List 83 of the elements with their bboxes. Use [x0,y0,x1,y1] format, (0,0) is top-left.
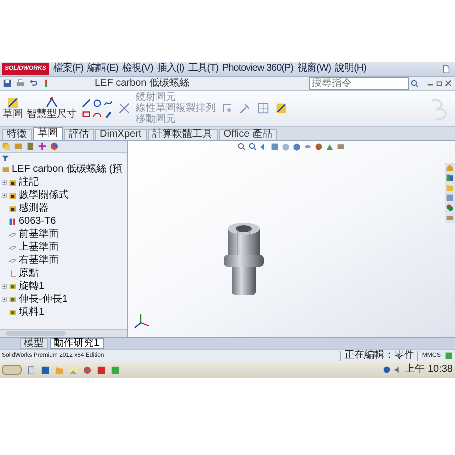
snap-icon[interactable] [257,102,270,115]
library-icon[interactable] [446,174,454,182]
tree-item[interactable]: 感測器 [19,204,49,214]
part-icon [2,166,10,174]
view-palette-icon[interactable] [446,194,454,202]
menu-item[interactable]: 插入(I) [155,64,186,74]
tab[interactable]: 草圖 [33,127,63,140]
tree-item[interactable]: 填料1 [19,308,45,318]
tab[interactable]: DimXpert [95,129,147,140]
tree-item[interactable]: 右基準面 [19,256,59,266]
expand-icon[interactable] [2,284,7,289]
circle-icon[interactable] [93,98,102,108]
tool-button[interactable]: 草圖 [3,97,23,120]
start-button[interactable] [2,365,22,375]
scene-icon[interactable] [326,143,334,151]
tree-root-label[interactable]: LEF carbon 低碳螺絲 (預 [12,164,123,174]
tab[interactable]: 動作研究1 [50,338,104,349]
menu-item[interactable]: Photoview 360(P) [220,64,296,74]
tree-item[interactable]: 6063-T6 [19,216,56,226]
hide-show-icon[interactable] [304,143,312,151]
tree-item[interactable]: 數學關係式 [19,190,69,200]
network-icon[interactable] [383,366,392,374]
tab[interactable]: 模型 [20,338,48,349]
menu-item[interactable]: 工具(T) [186,64,221,74]
tab[interactable]: 特徵 [2,129,32,140]
repair-icon[interactable] [239,102,252,115]
tree-item[interactable]: 註記 [19,178,39,188]
trim-icon[interactable] [118,102,131,115]
spline-icon[interactable] [104,98,113,108]
plus-icon[interactable] [38,142,47,151]
menu-item[interactable]: 檢視(V) [120,64,156,74]
tab[interactable]: 計算軟體工具 [148,129,218,140]
browser-icon[interactable] [83,366,92,374]
tree-item[interactable]: 前基準面 [19,230,59,240]
tool-button[interactable]: 智慧型尺寸 [27,97,77,120]
tree-item[interactable]: 上基準面 [19,242,59,252]
tab[interactable]: Office 產品 [218,129,278,140]
axis-triad-icon [134,313,152,329]
undo-icon[interactable] [29,79,38,88]
line-icon[interactable] [82,98,91,108]
custom-properties-icon[interactable] [446,214,454,222]
quick-sketch-icon[interactable] [275,102,288,115]
appearance-icon[interactable] [50,142,59,151]
search-icon[interactable] [411,80,419,88]
rectangle-icon[interactable] [82,110,91,118]
appearances-icon[interactable] [446,204,454,212]
print-icon[interactable] [16,79,25,88]
search-field[interactable]: 搜尋指令 [309,77,409,90]
relations-icon[interactable] [221,102,234,115]
menu-item[interactable]: 視窗(W) [295,64,334,74]
clock[interactable]: 上午 10:38 [405,365,453,375]
menu-item[interactable]: 編輯(E) [86,64,120,74]
origin-icon [9,270,17,278]
expand-icon[interactable] [2,193,7,198]
material-icon [9,218,17,226]
expand-icon[interactable] [2,180,7,185]
tree-item[interactable]: 伸長-伸長1 [19,294,68,304]
tree-item[interactable]: 原點 [19,268,39,278]
appearance-icon[interactable] [315,143,323,151]
configuration-icon[interactable] [26,142,35,151]
help-icon[interactable] [445,352,453,360]
window-icon[interactable] [41,366,50,374]
zoom-fit-icon[interactable] [238,143,246,151]
dimension-icon [46,97,58,109]
editing-status: 正在編輯：零件 [340,351,418,361]
view-settings-icon[interactable] [337,143,345,151]
save-icon[interactable] [3,79,12,88]
scrollbar-thumb[interactable] [6,331,66,336]
menu-item[interactable]: 檔案(F) [51,64,86,74]
restore-icon[interactable] [436,80,443,87]
section-view-icon[interactable] [271,143,279,151]
menu-item[interactable]: 說明(H) [333,64,368,74]
expand-icon[interactable] [2,297,7,302]
pen-icon[interactable] [104,110,113,118]
new-document-icon[interactable] [442,64,451,74]
tree-item[interactable]: 旋轉1 [19,282,45,292]
display-style-icon[interactable] [293,143,301,151]
sketch-icon [7,97,19,109]
document-title: LEF carbon 低碳螺絲 [95,76,190,91]
zoom-area-icon[interactable] [249,143,257,151]
close-icon[interactable] [445,80,452,87]
tab[interactable]: 評估 [64,129,94,140]
document-icon[interactable] [27,366,36,374]
